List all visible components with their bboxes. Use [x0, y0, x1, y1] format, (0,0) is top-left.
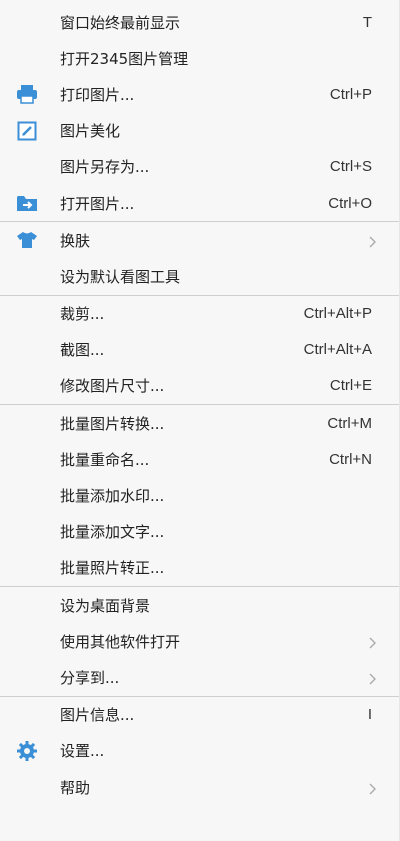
menu-item-shortcut: Ctrl+S — [329, 158, 372, 176]
menu-item-beautify[interactable]: 图片美化 — [0, 113, 399, 149]
menu-item-open-image[interactable]: 打开图片... Ctrl+O — [0, 185, 399, 221]
folder-open-icon — [16, 192, 38, 214]
menu-item-set-default-viewer[interactable]: 设为默认看图工具 — [0, 258, 399, 294]
menu-item-shortcut: Ctrl+N — [329, 450, 372, 468]
menu-item-screenshot[interactable]: 截图... Ctrl+Alt+A — [0, 332, 399, 368]
menu-item-print[interactable]: 打印图片... Ctrl+P — [0, 76, 399, 112]
menu-item-label: 打印图片... — [60, 85, 135, 104]
menu-item-label: 裁剪... — [60, 305, 105, 324]
menu-item-share[interactable]: 分享到... — [0, 659, 399, 695]
chevron-right-icon — [369, 781, 377, 799]
tshirt-icon — [16, 229, 38, 251]
menu-item-label: 使用其他软件打开 — [60, 632, 181, 651]
printer-icon — [16, 83, 38, 105]
edit-icon — [16, 120, 38, 142]
menu-item-help[interactable]: 帮助 — [0, 769, 399, 805]
menu-item-open-2345-manager[interactable]: 打开2345图片管理 — [0, 40, 399, 76]
menu-item-label: 图片信息... — [60, 706, 135, 725]
menu-item-label: 换肤 — [60, 231, 91, 250]
menu-item-shortcut: I — [367, 706, 372, 724]
menu-item-shortcut: Ctrl+Alt+A — [303, 341, 372, 359]
menu-item-crop[interactable]: 裁剪... Ctrl+Alt+P — [0, 296, 399, 332]
menu-item-shortcut: Ctrl+M — [327, 414, 372, 432]
menu-item-shortcut: T — [362, 13, 372, 31]
menu-item-label: 修改图片尺寸... — [60, 377, 165, 396]
menu-item-label: 图片另存为... — [60, 158, 150, 177]
menu-item-save-as[interactable]: 图片另存为... Ctrl+S — [0, 149, 399, 185]
menu-item-set-wallpaper[interactable]: 设为桌面背景 — [0, 587, 399, 623]
menu-item-batch-rotate[interactable]: 批量照片转正... — [0, 550, 399, 586]
chevron-right-icon — [369, 635, 377, 653]
menu-item-open-with[interactable]: 使用其他软件打开 — [0, 623, 399, 659]
menu-item-resize[interactable]: 修改图片尺寸... Ctrl+E — [0, 368, 399, 404]
menu-item-label: 打开2345图片管理 — [60, 49, 189, 68]
menu-item-label: 批量添加文字... — [60, 523, 165, 542]
menu-item-shortcut: Ctrl+O — [328, 194, 372, 212]
menu-item-label: 帮助 — [60, 778, 91, 797]
menu-item-label: 窗口始终最前显示 — [60, 13, 181, 32]
menu-item-skin[interactable]: 换肤 — [0, 222, 399, 258]
menu-item-shortcut: Ctrl+Alt+P — [303, 305, 372, 323]
menu-item-image-info[interactable]: 图片信息... I — [0, 697, 399, 733]
menu-item-settings[interactable]: 设置... — [0, 733, 399, 769]
menu-item-label: 截图... — [60, 341, 105, 360]
menu-item-label: 设置... — [60, 742, 105, 761]
menu-item-batch-add-text[interactable]: 批量添加文字... — [0, 514, 399, 550]
menu-item-label: 设为默认看图工具 — [60, 267, 181, 286]
menu-item-label: 图片美化 — [60, 122, 121, 141]
menu-item-label: 批量重命名... — [60, 450, 150, 469]
menu-item-shortcut: Ctrl+E — [329, 377, 372, 395]
menu-item-always-on-top[interactable]: 窗口始终最前显示 T — [0, 4, 399, 40]
menu-item-label: 打开图片... — [60, 194, 135, 213]
context-menu: 窗口始终最前显示 T 打开2345图片管理 打印图片... Ctrl+P 图片美… — [0, 0, 400, 841]
menu-item-label: 设为桌面背景 — [60, 596, 151, 615]
menu-item-label: 分享到... — [60, 668, 120, 687]
menu-item-batch-watermark[interactable]: 批量添加水印... — [0, 477, 399, 513]
menu-item-batch-rename[interactable]: 批量重命名... Ctrl+N — [0, 441, 399, 477]
menu-item-batch-convert[interactable]: 批量图片转换... Ctrl+M — [0, 405, 399, 441]
menu-item-label: 批量图片转换... — [60, 414, 165, 433]
menu-item-shortcut: Ctrl+P — [329, 85, 372, 103]
menu-item-label: 批量添加水印... — [60, 487, 165, 506]
menu-item-label: 批量照片转正... — [60, 559, 165, 578]
chevron-right-icon — [369, 671, 377, 689]
chevron-right-icon — [369, 234, 377, 252]
gear-icon — [16, 740, 38, 762]
